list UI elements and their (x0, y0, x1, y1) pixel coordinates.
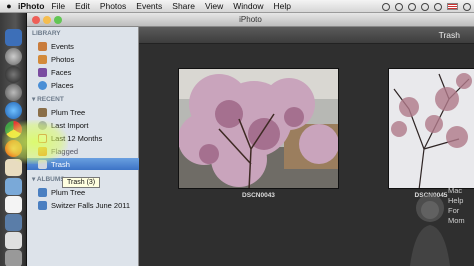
photos-icon (38, 54, 47, 64)
sidebar-item-photos[interactable]: Photos (38, 53, 138, 65)
bluetooth-icon[interactable] (382, 2, 390, 11)
menu-events[interactable]: Events (136, 1, 162, 11)
title-bar: iPhoto (27, 13, 474, 27)
watermark-line: Mac (448, 186, 463, 195)
calendar-app-icon[interactable] (5, 196, 22, 213)
battery-icon[interactable] (434, 2, 442, 11)
menu-edit[interactable]: Edit (75, 1, 90, 11)
menu-window[interactable]: Window (233, 1, 263, 11)
menu-app-name[interactable]: iPhoto (18, 1, 44, 11)
dock (0, 13, 27, 266)
system-prefs-icon[interactable] (5, 84, 22, 101)
sidebar-item-events[interactable]: Events (38, 40, 138, 52)
menu-share[interactable]: Share (172, 1, 195, 11)
watermark-line: For (448, 206, 460, 215)
albums-header-text: ALBUMS (36, 176, 65, 183)
utility-icon[interactable] (5, 250, 22, 266)
menu-file[interactable]: File (51, 1, 65, 11)
sidebar-item-label: Last 12 Months (51, 133, 103, 143)
clock-icon (38, 120, 47, 130)
time-machine-icon[interactable] (395, 2, 403, 11)
menu-view[interactable]: View (205, 1, 223, 11)
sidebar-item-faces[interactable]: Faces (38, 66, 138, 78)
finder-icon[interactable] (5, 29, 22, 46)
watermark-text: Mac Help For Mom (448, 186, 465, 226)
wifi-icon[interactable] (408, 2, 416, 11)
window-title: iPhoto (239, 15, 262, 24)
events-icon (38, 41, 47, 51)
sidebar-item-label: Faces (51, 67, 72, 77)
photo-caption: DSCN0043 (242, 192, 275, 199)
apple-menu-icon[interactable]: ● (2, 1, 16, 11)
sidebar-item-label: Events (51, 41, 74, 51)
mail-icon[interactable] (5, 178, 22, 195)
firefox-icon[interactable] (5, 140, 22, 157)
iphoto-dock-icon[interactable] (5, 214, 22, 231)
sidebar-item-places[interactable]: Places (38, 79, 138, 91)
album-icon (38, 200, 47, 210)
photo-thumbnail[interactable] (178, 68, 339, 189)
sidebar-item-label: Last Import (51, 120, 89, 130)
sidebar-item-label: Trash (51, 159, 70, 169)
event-icon (38, 107, 47, 117)
recent-header-text: RECENT (37, 96, 64, 103)
mission-control-icon[interactable] (5, 66, 22, 83)
faces-icon (38, 67, 47, 77)
calendar-icon (38, 133, 47, 143)
input-flag-icon[interactable] (447, 3, 458, 10)
menu-bar: ● iPhoto File Edit Photos Events Share V… (0, 0, 474, 13)
source-list: LIBRARY Events Photos Faces Places ▾ REC… (27, 27, 139, 266)
menu-help[interactable]: Help (273, 1, 290, 11)
sidebar-item-label: Plum Tree (51, 187, 86, 197)
sidebar-item-flagged[interactable]: Flagged (38, 145, 138, 157)
places-icon (38, 80, 47, 90)
trash-icon (38, 159, 47, 169)
sidebar-item-last-import[interactable]: Last Import (38, 119, 138, 131)
menu-photos[interactable]: Photos (100, 1, 126, 11)
recent-header: ▾ RECENT (32, 96, 64, 103)
flag-icon (38, 146, 47, 156)
zoom-button[interactable] (54, 16, 62, 24)
user-icon[interactable] (463, 2, 471, 11)
volume-icon[interactable] (421, 2, 429, 11)
sidebar-item-last-12-months[interactable]: Last 12 Months (38, 132, 138, 144)
watermark-line: Help (448, 196, 464, 205)
safari-icon[interactable] (5, 102, 22, 119)
watermark-line: Mom (448, 216, 465, 225)
tooltip: Trash (3) (62, 177, 101, 188)
sidebar-item-label: Switzer Falls June 2011 (51, 200, 131, 210)
status-menus (382, 0, 471, 13)
sidebar-item-trash[interactable]: Trash (27, 158, 139, 170)
library-header: LIBRARY (32, 30, 61, 37)
close-button[interactable] (32, 16, 40, 24)
content-header: Trash (139, 27, 474, 44)
preview-icon[interactable] (5, 232, 22, 249)
launchpad-icon[interactable] (5, 48, 22, 65)
content-title: Trash (438, 30, 460, 40)
minimize-button[interactable] (43, 16, 51, 24)
sidebar-item-label: Photos (51, 54, 75, 64)
chrome-icon[interactable] (5, 121, 22, 138)
photo-thumbnail[interactable] (388, 68, 474, 189)
sidebar-item-label: Places (51, 80, 74, 90)
sidebar-item-plum-tree-event[interactable]: Plum Tree (38, 106, 138, 118)
album-icon (38, 187, 47, 197)
sidebar-item-label: Plum Tree (51, 107, 86, 117)
stickies-icon[interactable] (5, 159, 22, 176)
sidebar-item-label: Flagged (51, 146, 79, 156)
albums-header: ▾ ALBUMS (32, 176, 65, 183)
sidebar-item-switzer-falls[interactable]: Switzer Falls June 2011 (38, 199, 138, 211)
